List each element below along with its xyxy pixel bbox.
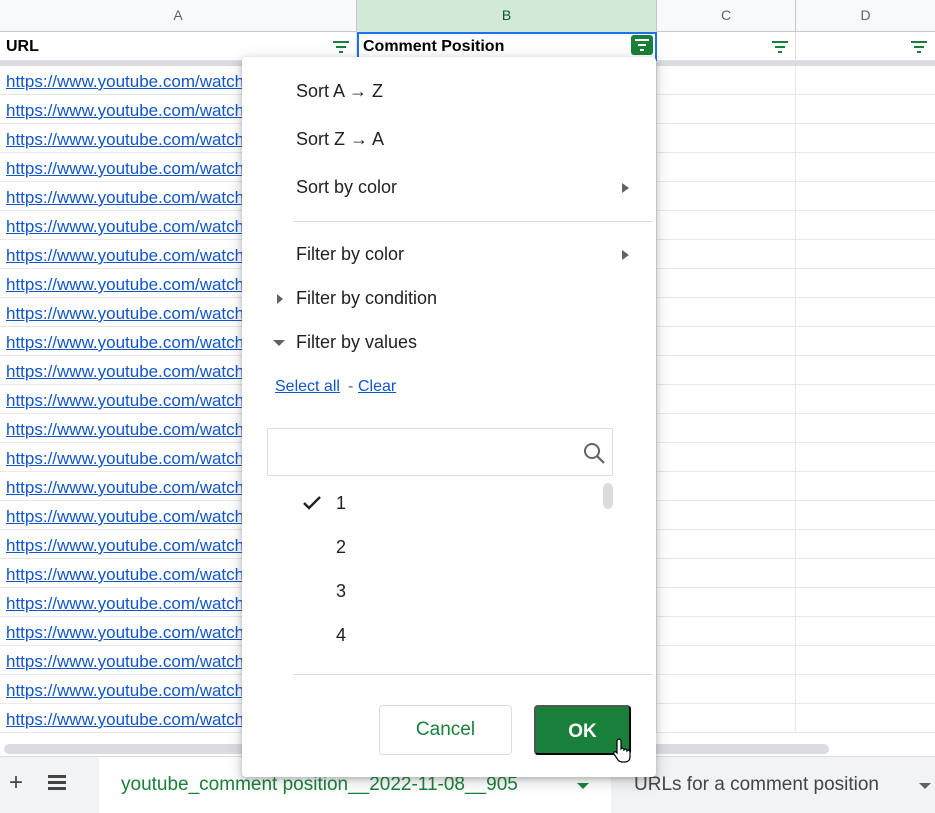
empty-cell[interactable] <box>657 588 796 617</box>
menu-item-sort-z-a[interactable]: Sort Z → A <box>296 129 384 150</box>
menu-item-filter-by-condition[interactable]: Filter by condition <box>296 288 437 309</box>
header-url-label: URL <box>6 38 39 55</box>
filter-icon[interactable] <box>770 38 790 55</box>
empty-cell[interactable] <box>657 617 796 646</box>
empty-cell[interactable] <box>657 95 796 124</box>
add-sheet-button[interactable]: + <box>4 771 28 795</box>
values-list-scrollbar[interactable] <box>603 483 613 509</box>
sheet-tab-other-label: URLs for a comment position <box>634 774 879 795</box>
filter-values-search-input[interactable] <box>267 428 613 476</box>
sheet-tab-other[interactable]: URLs for a comment position <box>634 757 935 813</box>
filter-value-item[interactable]: 3 <box>336 581 346 602</box>
empty-cell[interactable] <box>657 327 796 356</box>
empty-cell[interactable] <box>657 182 796 211</box>
column-header-b[interactable]: B <box>357 0 657 32</box>
empty-cell[interactable] <box>657 124 796 153</box>
link-separator: - <box>348 378 354 395</box>
menu-item-filter-by-color[interactable]: Filter by color <box>296 244 404 265</box>
chevron-down-icon[interactable] <box>919 783 931 789</box>
empty-cell[interactable] <box>657 530 796 559</box>
filter-value-item[interactable]: 4 <box>336 625 346 646</box>
empty-cell[interactable] <box>657 66 796 95</box>
filter-menu: Sort A → Z Sort Z → A Sort by color Filt… <box>242 57 656 777</box>
menu-divider <box>293 674 653 675</box>
filter-value-item[interactable]: 2 <box>336 537 346 558</box>
empty-cell[interactable] <box>657 269 796 298</box>
filter-icon[interactable] <box>631 35 653 55</box>
menu-item-sort-by-color[interactable]: Sort by color <box>296 177 397 198</box>
column-header-bar: A B C D <box>0 0 935 32</box>
empty-cell[interactable] <box>657 501 796 530</box>
empty-cell[interactable] <box>657 443 796 472</box>
submenu-arrow-icon <box>622 250 629 260</box>
empty-cell[interactable] <box>657 559 796 588</box>
empty-cell[interactable] <box>657 675 796 704</box>
submenu-arrow-icon <box>622 183 629 193</box>
chevron-down-icon[interactable] <box>577 783 589 789</box>
menu-divider <box>293 221 653 222</box>
checkmark-icon[interactable] <box>302 494 322 512</box>
menu-item-sort-a-z[interactable]: Sort A → Z <box>296 81 383 102</box>
collapse-arrow-icon[interactable] <box>273 340 285 346</box>
empty-cell[interactable] <box>657 472 796 501</box>
empty-cell[interactable] <box>657 704 796 733</box>
empty-cell[interactable] <box>657 356 796 385</box>
cancel-button[interactable]: Cancel <box>379 705 512 755</box>
pointer-cursor-icon <box>613 738 631 763</box>
filter-value-item[interactable]: 1 <box>336 493 346 514</box>
empty-cell[interactable] <box>657 385 796 414</box>
empty-cell[interactable] <box>657 646 796 675</box>
sheet-tab-active-label: youtube_comment position__2022-11-08__90… <box>121 774 518 795</box>
header-comment-position-label: Comment Position <box>363 38 505 55</box>
menu-item-filter-by-values[interactable]: Filter by values <box>296 332 417 353</box>
empty-cell[interactable] <box>657 153 796 182</box>
column-header-c[interactable]: C <box>657 0 796 32</box>
expand-arrow-icon[interactable] <box>277 294 283 304</box>
empty-cell[interactable] <box>657 240 796 269</box>
column-header-a[interactable]: A <box>0 0 357 32</box>
filter-icon[interactable] <box>909 38 929 55</box>
filter-icon[interactable] <box>331 38 351 55</box>
empty-cell[interactable] <box>657 211 796 240</box>
empty-cell[interactable] <box>657 414 796 443</box>
column-header-d[interactable]: D <box>796 0 935 32</box>
clear-link[interactable]: Clear <box>358 378 396 396</box>
all-sheets-icon[interactable] <box>46 772 68 794</box>
empty-cell[interactable] <box>657 298 796 327</box>
select-all-link[interactable]: Select all <box>275 378 340 396</box>
search-icon <box>584 443 605 464</box>
